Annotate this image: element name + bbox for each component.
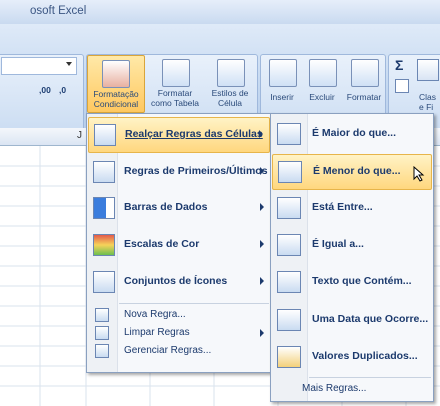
decrease-decimal-button[interactable]: ,0 [59,85,66,95]
highlight-cells-icon [94,124,116,146]
duplicate-values-icon [277,346,301,368]
autosum-button[interactable]: Σ [395,57,403,73]
cell-styles-button[interactable]: Estilos de Célula [203,55,257,111]
submenu-item-label: É Igual a... [312,238,364,250]
cell-styles-icon [217,59,245,87]
color-scales-icon [93,234,115,256]
column-header-j[interactable]: J [77,130,82,141]
menu-separator [119,303,269,304]
menu-item-clear-rules[interactable]: Limpar Regras [88,324,270,341]
format-as-table-label-1: Formatar [157,88,193,98]
submenu-item-label: Está Entre... [312,201,373,213]
menu-item-label: Barras de Dados [124,201,208,213]
submenu-item-equal-to[interactable]: É Igual a... [272,228,432,262]
submenu-item-duplicate-values[interactable]: Valores Duplicados... [272,340,432,374]
delete-button[interactable]: Excluir [303,55,341,111]
menu-item-label: Escalas de Cor [124,238,200,250]
delete-icon [309,59,337,87]
manage-rules-icon [95,344,109,358]
submenu-item-greater-than[interactable]: É Maior do que... [272,117,432,151]
submenu-item-text-contains[interactable]: Texto que Contém... [272,265,432,299]
window-title: osoft Excel [30,5,87,17]
submenu-item-label: É Maior do que... [312,127,397,139]
cell-styles-label-2: Célula [217,98,243,108]
number-group: ,00 ,0 [0,54,84,136]
date-occurring-icon [277,309,301,331]
chevron-down-icon [66,62,72,66]
submenu-item-date-occurring[interactable]: Uma Data que Ocorre... [272,303,432,337]
insert-label: Inserir [270,92,294,102]
format-button[interactable]: Formatar [343,55,385,111]
sort-filter-label-1[interactable]: Clas [419,93,440,102]
submenu-arrow-icon [260,277,264,285]
sort-filter-label-2[interactable]: e Fi [419,103,440,112]
format-label: Formatar [346,92,382,102]
insert-button[interactable]: Inserir [263,55,301,111]
submenu-item-label: Mais Regras... [302,383,367,394]
insert-icon [269,59,297,87]
submenu-arrow-icon [260,203,264,211]
submenu-arrow-icon [260,167,264,175]
submenu-arrow-icon [259,130,263,138]
menu-item-label: Regras de Primeiros/Últimos [124,165,268,177]
menu-item-top-bottom-rules[interactable]: Regras de Primeiros/Últimos [88,155,270,189]
title-bar: osoft Excel [0,0,440,25]
submenu-item-label: Valores Duplicados... [312,350,418,362]
menu-item-label: Limpar Regras [124,327,190,338]
text-contains-icon [277,271,301,293]
sort-icon [417,59,439,81]
conditional-formatting-label-2: Condicional [93,99,139,109]
submenu-item-more-rules[interactable]: Mais Regras... [272,380,432,397]
data-bars-icon [93,197,115,219]
format-as-table-button[interactable]: Formatar como Tabela [147,55,203,111]
mouse-pointer-icon [413,166,425,182]
submenu-item-label: É Menor do que... [313,165,401,177]
submenu-item-label: Texto que Contém... [312,275,412,287]
submenu-item-less-than[interactable]: É Menor do que... [272,154,432,190]
format-as-table-label-2: como Tabela [150,98,200,108]
menu-separator [309,377,431,378]
menu-item-new-rule[interactable]: Nova Regra... [88,306,270,323]
icon-sets-icon [93,271,115,293]
cell-styles-label-1: Estilos de [211,88,249,98]
conditional-formatting-label-1: Formatação [93,89,139,99]
menu-item-icon-sets[interactable]: Conjuntos de Ícones [88,265,270,299]
menu-item-label: Realçar Regras das Células [125,128,263,140]
menu-item-manage-rules[interactable]: Gerenciar Regras... [88,342,270,359]
less-than-icon [278,161,302,183]
number-format-dropdown[interactable] [1,57,77,75]
equal-to-icon [277,234,301,256]
greater-than-icon [277,123,301,145]
highlight-cells-rules-submenu: É Maior do que... É Menor do que... Está… [270,113,434,402]
conditional-formatting-button[interactable]: Formatação Condicional [87,55,145,113]
increase-decimal-button[interactable]: ,00 [39,85,51,95]
menu-item-label: Gerenciar Regras... [124,345,212,356]
submenu-item-label: Uma Data que Ocorre... [312,313,429,325]
conditional-formatting-menu: Realçar Regras das Células Regras de Pri… [86,113,272,373]
new-rule-icon [95,308,109,322]
submenu-arrow-icon [260,329,264,337]
menu-item-label: Conjuntos de Ícones [124,275,228,287]
menu-item-color-scales[interactable]: Escalas de Cor [88,228,270,262]
submenu-arrow-icon [260,240,264,248]
top-bottom-icon [93,161,115,183]
menu-item-label: Nova Regra... [124,309,186,320]
menu-item-highlight-cells-rules[interactable]: Realçar Regras das Células [88,117,270,153]
conditional-formatting-icon [102,60,130,88]
format-icon [351,59,379,87]
fill-icon[interactable] [395,79,409,93]
clear-rules-icon [95,326,109,340]
menu-item-data-bars[interactable]: Barras de Dados [88,191,270,225]
table-icon [162,59,190,87]
between-icon [277,197,301,219]
delete-label: Excluir [309,92,335,102]
submenu-item-between[interactable]: Está Entre... [272,191,432,225]
